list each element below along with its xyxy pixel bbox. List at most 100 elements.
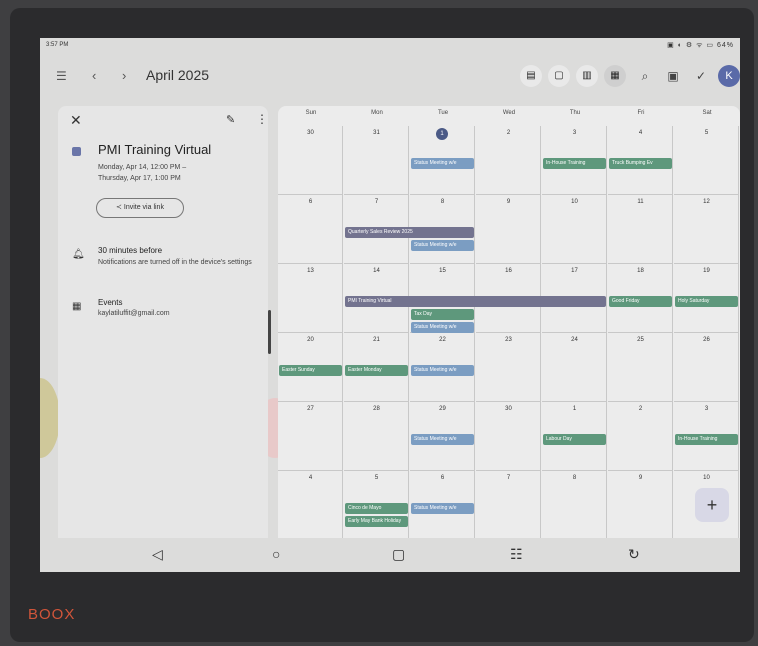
date-number: 19 — [703, 268, 710, 274]
settings-sliders-icon[interactable]: ☷ — [510, 546, 523, 563]
day-cell[interactable]: 31 — [344, 126, 409, 195]
day-cell[interactable]: 9 — [608, 471, 673, 540]
event-chip[interactable]: Status Meeting w/e — [411, 365, 474, 376]
edit-icon[interactable]: ✎ — [226, 113, 235, 126]
day-cell[interactable]: 2 — [608, 402, 673, 471]
status-icons: ▣ ◐ ⚙ ᯤ ▭ 64% — [667, 42, 734, 49]
weekday-header: Sun — [305, 110, 317, 116]
event-chip[interactable]: Early May Bank Holiday — [345, 516, 408, 527]
date-number: 28 — [373, 406, 380, 412]
calendar-email: kaylatiluffit@gmail.com — [98, 310, 170, 317]
event-chip[interactable]: Quarterly Sales Review 2025 — [345, 227, 474, 238]
add-event-button[interactable]: + — [695, 488, 729, 522]
close-icon[interactable]: ✕ — [70, 112, 82, 129]
event-chip[interactable]: Status Meeting w/e — [411, 158, 474, 169]
date-number: 9 — [638, 475, 643, 481]
date-number: 15 — [439, 268, 446, 274]
date-number: 22 — [439, 337, 446, 343]
agenda-view-icon[interactable]: ▤ — [520, 65, 542, 87]
date-number: 24 — [571, 337, 578, 343]
date-number: 25 — [637, 337, 644, 343]
event-chip[interactable]: Good Friday — [609, 296, 672, 307]
day-cell[interactable]: 5 — [674, 126, 739, 195]
invite-link-button[interactable]: ≺ Invite via link — [96, 198, 184, 218]
day-cell[interactable]: 30 — [278, 126, 343, 195]
day-cell[interactable]: 27 — [278, 402, 343, 471]
date-number: 10 — [703, 475, 710, 481]
event-date-end: Thursday, Apr 17, 1:00 PM — [98, 175, 181, 182]
recents-icon[interactable]: ▢ — [392, 546, 405, 563]
day-cell[interactable]: 2 — [476, 126, 541, 195]
day-cell[interactable]: 23 — [476, 333, 541, 402]
ereader-device: 3:57 PM ▣ ◐ ⚙ ᯤ ▭ 64% ☰ ‹ › April 2025 ▤… — [10, 8, 754, 642]
day-cell[interactable]: 9 — [476, 195, 541, 264]
day-cell[interactable]: 12 — [674, 195, 739, 264]
date-number: 21 — [373, 337, 380, 343]
next-month-button[interactable]: › — [122, 68, 126, 83]
event-chip[interactable]: Easter Monday — [345, 365, 408, 376]
day-cell[interactable]: 24 — [542, 333, 607, 402]
day-cell[interactable]: 4 — [278, 471, 343, 540]
panel-resize-handle[interactable] — [268, 310, 271, 354]
event-chip[interactable]: Status Meeting w/e — [411, 434, 474, 445]
week-view-icon[interactable]: ▥ — [576, 65, 598, 87]
event-date: Monday, Apr 14, 12:00 PM – Thursday, Apr… — [98, 162, 258, 184]
date-number: 23 — [505, 337, 512, 343]
screen: 3:57 PM ▣ ◐ ⚙ ᯤ ▭ 64% ☰ ‹ › April 2025 ▤… — [40, 38, 740, 572]
event-title: PMI Training Virtual — [98, 142, 212, 157]
status-bar: 3:57 PM ▣ ◐ ⚙ ᯤ ▭ 64% — [40, 38, 740, 54]
day-cell[interactable]: 26 — [674, 333, 739, 402]
event-chip[interactable]: Status Meeting w/e — [411, 322, 474, 333]
date-number: 30 — [505, 406, 512, 412]
date-number: 13 — [307, 268, 314, 274]
event-chip[interactable]: PMI Training Virtual — [345, 296, 606, 307]
day-cell[interactable]: 7 — [476, 471, 541, 540]
event-chip[interactable]: In-House Training — [543, 158, 606, 169]
event-chip[interactable]: Status Meeting w/e — [411, 503, 474, 514]
event-chip[interactable]: Tax Day — [411, 309, 474, 320]
event-chip[interactable]: Truck Bumping Ev — [609, 158, 672, 169]
day-cell[interactable]: 6 — [278, 195, 343, 264]
date-number: 20 — [307, 337, 314, 343]
tasks-check-icon[interactable]: ✓ — [690, 65, 712, 87]
date-number: 12 — [703, 199, 710, 205]
previous-month-button[interactable]: ‹ — [92, 68, 96, 83]
refresh-icon[interactable]: ↻ — [628, 546, 640, 563]
menu-icon[interactable]: ☰ — [56, 69, 67, 83]
search-icon[interactable]: ⌕ — [634, 65, 656, 87]
event-chip[interactable]: Cinco de Mayo — [345, 503, 408, 514]
date-number: 31 — [373, 130, 380, 136]
day-view-icon[interactable]: ▢ — [548, 65, 570, 87]
today-date-number: 1 — [436, 128, 448, 140]
event-detail-panel: ✕ ✎ ⋮ PMI Training Virtual Monday, Apr 1… — [58, 106, 268, 566]
back-icon[interactable]: ◁ — [152, 546, 163, 563]
more-options-icon[interactable]: ⋮ — [256, 112, 268, 126]
date-number: 5 — [704, 130, 709, 136]
event-chip[interactable]: Labour Day — [543, 434, 606, 445]
event-chip[interactable]: In-House Training — [675, 434, 738, 445]
date-number: 8 — [440, 199, 445, 205]
month-title: April 2025 — [146, 67, 210, 83]
date-number: 4 — [638, 130, 643, 136]
day-cell[interactable]: 8 — [542, 471, 607, 540]
month-view-icon[interactable]: ▦ — [604, 65, 626, 87]
day-cell[interactable]: 28 — [344, 402, 409, 471]
day-cell[interactable]: 13 — [278, 264, 343, 333]
date-number: 27 — [307, 406, 314, 412]
event-chip[interactable]: Holy Saturday — [675, 296, 738, 307]
weekday-header: Tue — [437, 110, 449, 116]
home-icon[interactable]: ○ — [272, 546, 280, 562]
date-number: 17 — [571, 268, 578, 274]
day-cell[interactable]: 30 — [476, 402, 541, 471]
day-cell[interactable]: 25 — [608, 333, 673, 402]
event-chip[interactable]: Status Meeting w/e — [411, 240, 474, 251]
day-cell[interactable]: 11 — [608, 195, 673, 264]
date-number: 26 — [703, 337, 710, 343]
event-chip[interactable]: Easter Sunday — [279, 365, 342, 376]
date-number: 8 — [572, 475, 577, 481]
today-icon[interactable]: ▣ — [662, 65, 684, 87]
date-number: 29 — [439, 406, 446, 412]
avatar[interactable]: K — [718, 65, 740, 87]
date-number: 6 — [440, 475, 445, 481]
day-cell[interactable]: 10 — [542, 195, 607, 264]
